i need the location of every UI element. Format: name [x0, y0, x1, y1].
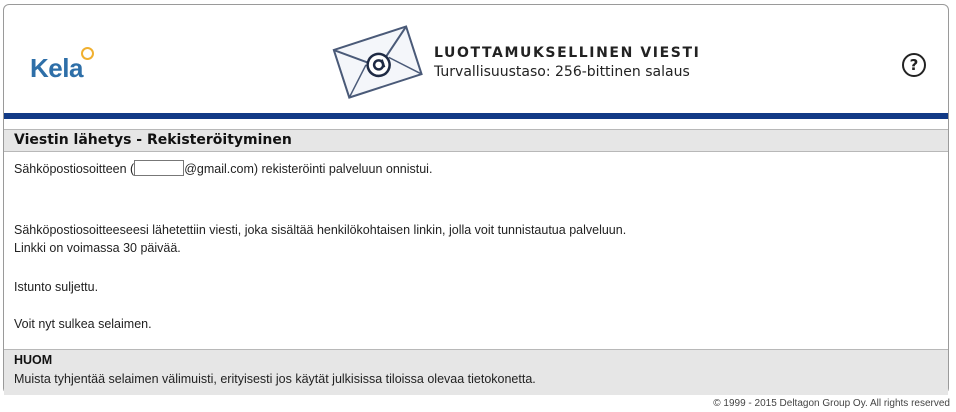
envelope-at-icon [332, 25, 423, 99]
session-closed-message: Istunto suljettu. [14, 280, 99, 294]
registration-suffix: @gmail.com) rekisteröinti palveluun onni… [184, 162, 433, 176]
help-icon[interactable]: ? [902, 53, 926, 77]
kela-logo[interactable]: Kela [30, 53, 83, 84]
section-header: Viestin lähetys - Rekisteröityminen [4, 129, 948, 152]
header: Kela LUOTTAMUKSELLINEN VIESTI Turvallisu… [4, 5, 948, 111]
note-title: HUOM [14, 353, 53, 367]
redacted-email-box [134, 160, 185, 176]
logo-accent-icon [81, 47, 94, 60]
registration-message: Sähköpostiosoitteen ( @gmail.com) rekiste… [14, 160, 432, 176]
close-browser-message: Voit nyt sulkea selaimen. [14, 317, 152, 331]
page-title: LUOTTAMUKSELLINEN VIESTI [434, 45, 701, 61]
security-level-text: Turvallisuustaso: 256-bittinen salaus [434, 64, 690, 80]
header-title-block: LUOTTAMUKSELLINEN VIESTI Turvallisuustas… [434, 45, 700, 80]
message-frame: Kela LUOTTAMUKSELLINEN VIESTI Turvallisu… [3, 4, 949, 395]
link-sent-message: Sähköpostiosoitteeseesi lähetettiin vies… [14, 223, 627, 237]
header-divider [4, 113, 948, 119]
copyright-footer: © 1999 - 2015 Deltagon Group Oy. All rig… [713, 398, 950, 409]
registration-prefix: Sähköpostiosoitteen ( [14, 162, 135, 176]
section-title: Viestin lähetys - Rekisteröityminen [14, 132, 292, 148]
note-text: Muista tyhjentää selaimen välimuisti, er… [14, 372, 536, 386]
link-valid-message: Linkki on voimassa 30 päivää. [14, 241, 181, 255]
note-panel: HUOM Muista tyhjentää selaimen välimuist… [4, 349, 948, 395]
